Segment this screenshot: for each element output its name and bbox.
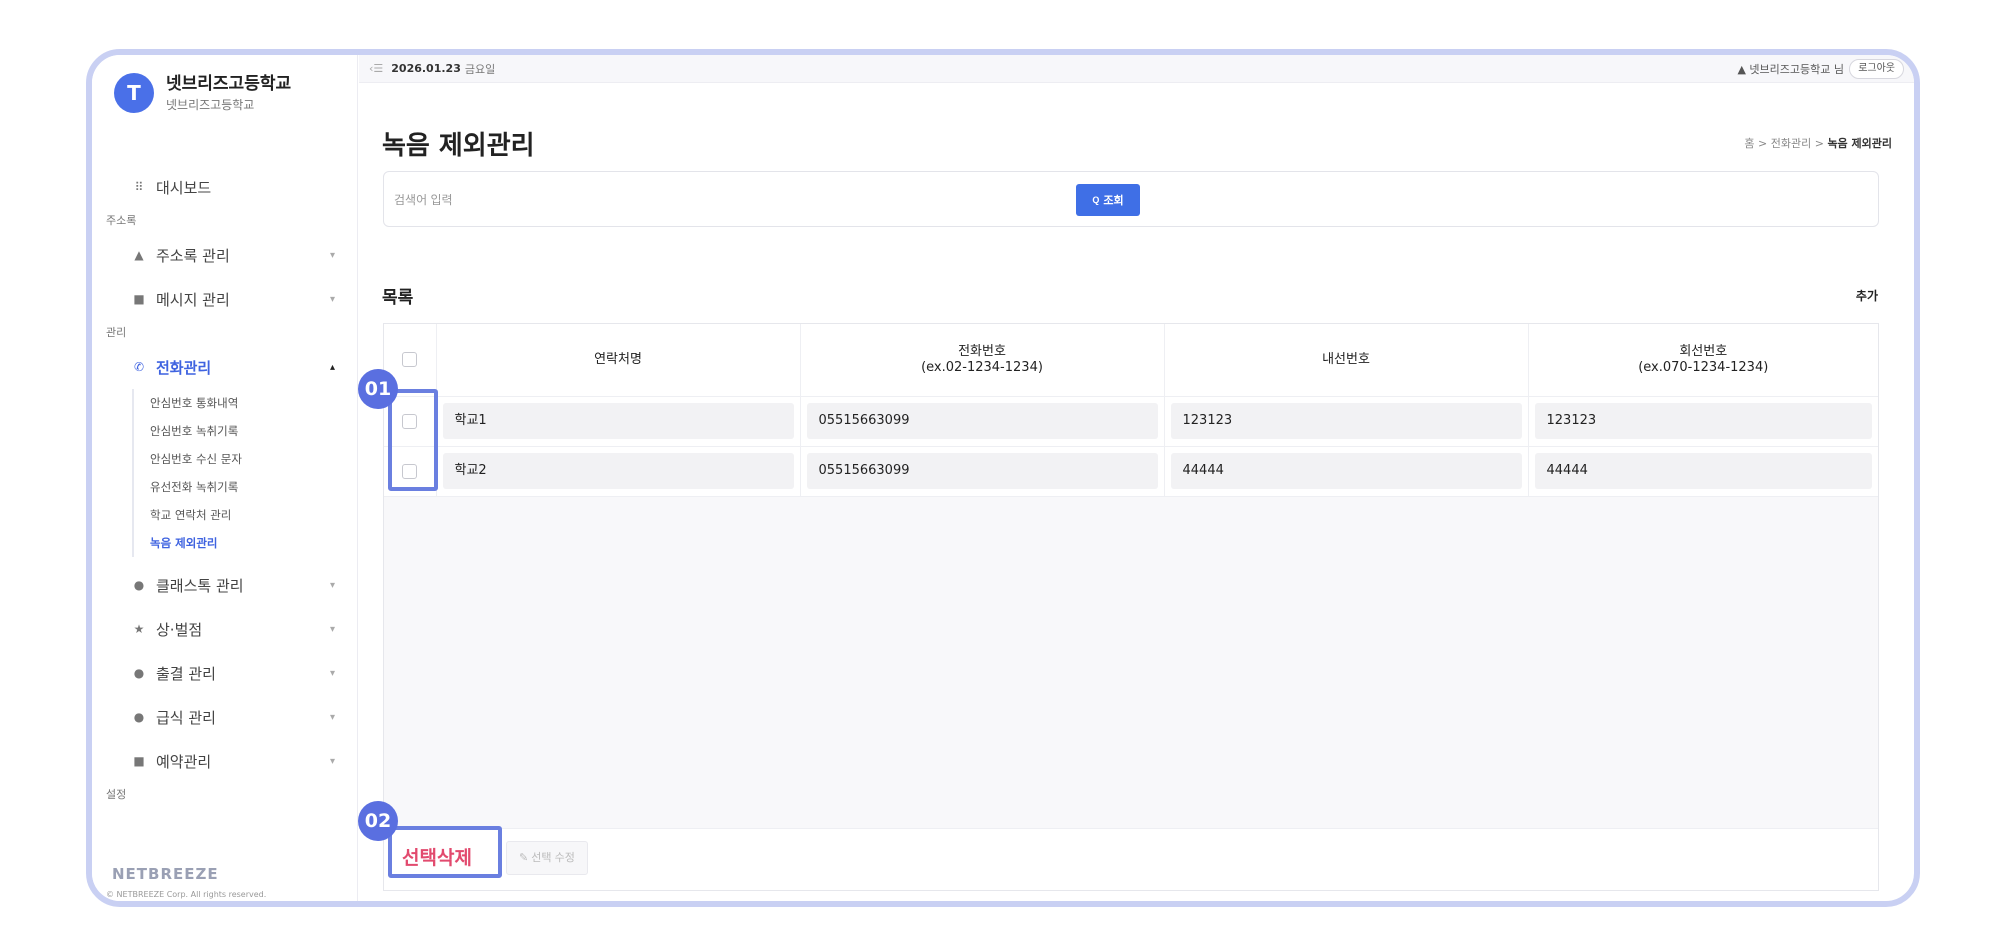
cell-extension: 123123	[1170, 403, 1522, 439]
section-label-settings: 설정	[106, 788, 127, 801]
chevron-down-icon: ▾	[329, 579, 335, 591]
annotation-badge-02: 02	[358, 801, 398, 841]
section-label-address: 주소록	[106, 214, 137, 227]
calendar-icon: ■	[133, 754, 145, 768]
sidebar-item-label: 대시보드	[156, 178, 212, 197]
search-panel: Q 조회	[383, 171, 1879, 227]
sidebar-item-meal[interactable]: ● 급식 관리 ▾	[92, 695, 357, 739]
table-header-row: 연락처명 전화번호 (ex.02-1234-1234) 내선번호 회선번호 (e…	[384, 324, 1878, 397]
list-title: 목록	[382, 288, 414, 308]
current-day: 금요일	[464, 62, 496, 76]
search-icon: Q	[1092, 195, 1100, 205]
submenu-item[interactable]: 학교 연락처 관리	[150, 501, 357, 529]
submenu-item-active[interactable]: 녹음 제외관리	[150, 529, 357, 557]
header-line-number: 회선번호 (ex.070-1234-1234)	[1528, 324, 1878, 397]
edit-selected-button[interactable]: ✎ 선택 수정	[506, 841, 588, 875]
breadcrumb-home[interactable]: 홈	[1744, 137, 1754, 150]
sidebar-item-dashboard[interactable]: ⠿ 대시보드	[92, 165, 357, 209]
table-footer: 선택삭제 ✎ 선택 수정	[384, 828, 1878, 890]
avatar: T	[114, 73, 154, 113]
sidebar-item-call-management[interactable]: ✆ 전화관리 ▴	[92, 345, 357, 389]
sidebar-item-address-book[interactable]: ▲ 주소록 관리 ▾	[92, 233, 357, 277]
grid-icon: ⠿	[134, 180, 144, 194]
school-profile: T 넷브리즈고등학교 넷브리즈고등학교	[114, 73, 291, 113]
sidebar-item-label: 출결 관리	[156, 664, 216, 683]
submenu-item[interactable]: 유선전화 녹취기록	[150, 473, 357, 501]
user-name: ▲ 넷브리즈고등학교 님	[1737, 62, 1844, 76]
sidebar-item-reward-penalty[interactable]: ★ 상·벌점 ▾	[92, 607, 357, 651]
submenu-item[interactable]: 안심번호 수신 문자	[150, 445, 357, 473]
section-label-manage: 관리	[106, 326, 127, 339]
breadcrumb-call[interactable]: 전화관리	[1771, 137, 1811, 150]
breadcrumb-current: 녹음 제외관리	[1827, 137, 1892, 150]
clock-icon: ●	[133, 666, 145, 680]
school-name: 넷브리즈고등학교	[166, 74, 292, 94]
chevron-down-icon: ▾	[329, 711, 335, 723]
message-icon: ■	[133, 292, 145, 306]
sidebar-item-classtalk[interactable]: ● 클래스톡 관리 ▾	[92, 563, 357, 607]
current-date: 2026.01.23	[391, 62, 461, 75]
cell-line-number: 44444	[1534, 453, 1872, 489]
sidebar: T 넷브리즈고등학교 넷브리즈고등학교 ⠿ 대시보드 주소록 ▲ 주소록 관리 …	[92, 55, 358, 901]
classtalk-icon: ●	[133, 578, 145, 592]
cell-contact-name: 학교1	[442, 403, 794, 439]
person-icon: ▲	[134, 248, 144, 262]
select-all-checkbox[interactable]	[402, 352, 418, 368]
search-button-label: 조회	[1103, 195, 1124, 207]
header-extension: 내선번호	[1164, 324, 1529, 397]
cell-extension: 44444	[1170, 453, 1522, 489]
sidebar-item-label: 급식 관리	[156, 708, 216, 727]
edit-icon: ✎	[519, 852, 532, 864]
chevron-up-icon: ▴	[329, 361, 335, 373]
chevron-down-icon: ▾	[329, 293, 335, 305]
app-frame: T 넷브리즈고등학교 넷브리즈고등학교 ⠿ 대시보드 주소록 ▲ 주소록 관리 …	[86, 49, 1920, 907]
phone-icon: ✆	[133, 360, 145, 374]
submenu-item[interactable]: 안심번호 녹취기록	[150, 417, 357, 445]
sidebar-nav: ⠿ 대시보드 주소록 ▲ 주소록 관리 ▾ ■ 메시지 관리 ▾ 관리 ✆ 전화…	[92, 165, 357, 807]
call-submenu: 안심번호 통화내역 안심번호 녹취기록 안심번호 수신 문자 유선전화 녹취기록…	[132, 389, 357, 557]
sidebar-item-label: 예약관리	[156, 752, 212, 771]
cell-phone-number: 05515663099	[806, 403, 1158, 439]
top-bar: ‹☰ 2026.01.23 금요일 ▲ 넷브리즈고등학교 님 로그아웃	[359, 55, 1914, 83]
highlight-delete-button	[388, 826, 502, 878]
sidebar-item-label: 클래스톡 관리	[156, 576, 244, 595]
logout-button[interactable]: 로그아웃	[1849, 59, 1904, 79]
search-input[interactable]	[394, 186, 1074, 214]
breadcrumb: 홈 > 전화관리 > 녹음 제외관리	[1744, 135, 1892, 151]
breadcrumb-separator: >	[1758, 137, 1768, 150]
search-button[interactable]: Q 조회	[1076, 184, 1140, 216]
netbreeze-logo: NETBREEZE	[112, 865, 219, 883]
highlight-row-checkboxes	[388, 389, 438, 491]
sidebar-item-label: 주소록 관리	[156, 246, 230, 265]
school-subtitle: 넷브리즈고등학교	[166, 98, 255, 112]
table-row: 학교1 05515663099 123123 123123	[384, 396, 1878, 447]
table-row: 학교2 05515663099 44444 44444	[384, 446, 1878, 497]
sidebar-item-messages[interactable]: ■ 메시지 관리 ▾	[92, 277, 357, 321]
chevron-down-icon: ▾	[329, 667, 335, 679]
meal-icon: ●	[133, 710, 145, 724]
cell-phone-number: 05515663099	[806, 453, 1158, 489]
copyright-text: © NETBREEZE Corp. All rights reserved.	[106, 890, 267, 899]
collapse-menu-icon[interactable]: ‹☰	[369, 62, 383, 75]
submenu-item[interactable]: 안심번호 통화내역	[150, 389, 357, 417]
chevron-down-icon: ▾	[329, 755, 335, 767]
cell-line-number: 123123	[1534, 403, 1872, 439]
breadcrumb-separator: >	[1814, 137, 1824, 150]
annotation-badge-01: 01	[358, 369, 398, 409]
sidebar-item-attendance[interactable]: ● 출결 관리 ▾	[92, 651, 357, 695]
page-title: 녹음 제외관리	[382, 131, 535, 161]
star-icon: ★	[133, 622, 145, 636]
contact-table: 연락처명 전화번호 (ex.02-1234-1234) 내선번호 회선번호 (e…	[383, 323, 1879, 891]
sidebar-item-label: 상·벌점	[156, 620, 203, 639]
cell-contact-name: 학교2	[442, 453, 794, 489]
sidebar-item-label: 전화관리	[156, 358, 212, 377]
header-phone-number: 전화번호 (ex.02-1234-1234)	[800, 324, 1165, 397]
sidebar-item-reservation[interactable]: ■ 예약관리 ▾	[92, 739, 357, 783]
sidebar-item-label: 메시지 관리	[156, 290, 230, 309]
chevron-down-icon: ▾	[329, 623, 335, 635]
add-button[interactable]: 추가	[1856, 287, 1878, 304]
chevron-down-icon: ▾	[329, 249, 335, 261]
header-contact-name: 연락처명	[436, 324, 801, 397]
person-icon: ▲	[1737, 62, 1750, 76]
